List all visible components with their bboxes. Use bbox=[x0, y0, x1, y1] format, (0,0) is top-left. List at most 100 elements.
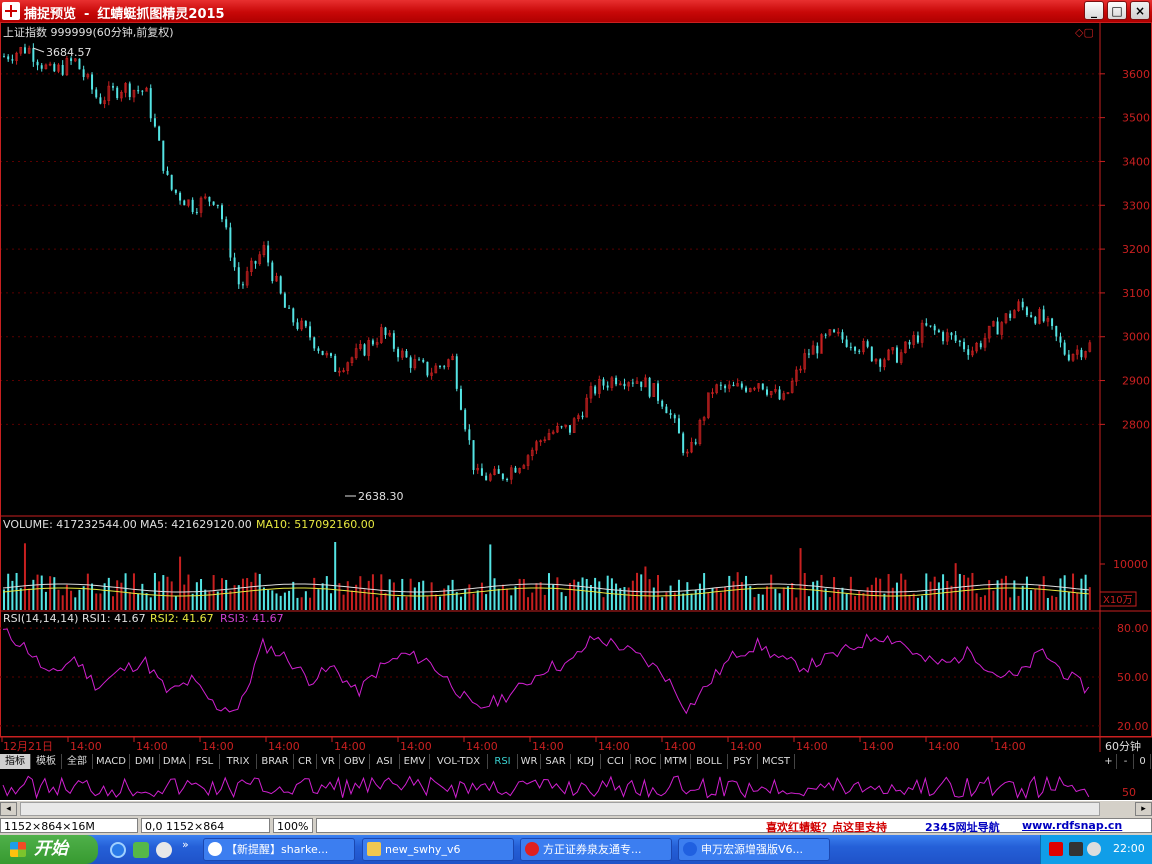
tab-control-1[interactable]: - bbox=[1118, 754, 1134, 769]
tab-control-0[interactable]: + bbox=[1101, 754, 1117, 769]
scroll-right-icon[interactable]: ▸ bbox=[1135, 802, 1152, 816]
tab-macd[interactable]: MACD bbox=[93, 754, 130, 769]
browser-icon bbox=[208, 842, 222, 856]
promo-link[interactable]: 喜欢红蜻蜓？点这里支持 bbox=[766, 819, 887, 835]
volume-bar bbox=[225, 579, 228, 610]
tab-obv[interactable]: OBV bbox=[340, 754, 370, 769]
volume-bar bbox=[841, 587, 844, 610]
quicklaunch-icon-2[interactable] bbox=[156, 842, 172, 858]
system-tray: 22:00 bbox=[1040, 835, 1152, 864]
candle-body bbox=[313, 337, 316, 349]
task-item[interactable]: 申万宏源增强版V6... bbox=[678, 838, 830, 861]
volume-bar bbox=[128, 592, 131, 610]
tab-dma[interactable]: DMA bbox=[160, 754, 190, 769]
tray-icon[interactable] bbox=[1069, 842, 1083, 856]
stock-chart[interactable]: 3600 3500 3400 3300 3200 3100 3000 2900 2800 上证指数… bbox=[0, 22, 1152, 753]
start-button[interactable]: 开始 bbox=[0, 835, 98, 864]
time-tick-label: 14:00 bbox=[532, 740, 564, 753]
tab-psy[interactable]: PSY bbox=[728, 754, 758, 769]
volume-bar bbox=[112, 596, 114, 610]
tab-vr[interactable]: VR bbox=[317, 754, 340, 769]
task-item[interactable]: 【新提醒】sharke... bbox=[203, 838, 355, 861]
tray-icon[interactable] bbox=[1049, 842, 1063, 856]
indicator-tab-bar: 指标 模板 全部 MACD DMI DMA FSL TRIX BRAR CR VR OBV ASI EMV… bbox=[0, 753, 1152, 770]
volume-bar bbox=[36, 574, 39, 610]
tab-kdj[interactable]: KDJ bbox=[571, 754, 601, 769]
volume-bar bbox=[816, 580, 819, 610]
volume-bar bbox=[854, 596, 857, 610]
close-button[interactable]: × bbox=[1130, 1, 1150, 20]
candle-body bbox=[309, 326, 312, 338]
tab-cci[interactable]: CCI bbox=[601, 754, 631, 769]
volume-bar bbox=[661, 597, 664, 610]
volume-bar bbox=[967, 577, 970, 610]
site-link[interactable]: www.rdfsnap.cn bbox=[1022, 819, 1122, 832]
tab-boll[interactable]: BOLL bbox=[691, 754, 728, 769]
tab-fsl[interactable]: FSL bbox=[190, 754, 220, 769]
tab-模板[interactable]: 模板 bbox=[31, 754, 62, 769]
volume-bar bbox=[845, 593, 848, 610]
horizontal-scrollbar[interactable]: ◂ ▸ bbox=[0, 800, 1152, 818]
volume-bar bbox=[28, 588, 31, 610]
tab-wr[interactable]: WR bbox=[518, 754, 541, 769]
time-tick-label: 14:00 bbox=[598, 740, 630, 753]
tab-cr[interactable]: CR bbox=[294, 754, 317, 769]
tab-emv[interactable]: EMV bbox=[400, 754, 430, 769]
nav-link[interactable]: 2345网址导航 bbox=[925, 819, 1000, 835]
candle-body bbox=[942, 332, 945, 342]
task-label: new_swhy_v6 bbox=[385, 843, 461, 856]
tab-sar[interactable]: SAR bbox=[541, 754, 571, 769]
candle-body bbox=[506, 479, 509, 481]
volume-bar bbox=[820, 574, 823, 610]
scroll-left-icon[interactable]: ◂ bbox=[0, 802, 17, 816]
time-tick-label: 14:00 bbox=[202, 740, 234, 753]
tab-brar[interactable]: BRAR bbox=[257, 754, 294, 769]
tab-mcst[interactable]: MCST bbox=[758, 754, 795, 769]
quicklaunch-icon[interactable] bbox=[133, 842, 149, 858]
tab-全部[interactable]: 全部 bbox=[62, 754, 93, 769]
tab-roc[interactable]: ROC bbox=[631, 754, 661, 769]
candle-body bbox=[426, 361, 429, 376]
candle-body bbox=[669, 413, 672, 415]
tab-control-2[interactable]: 0 bbox=[1135, 754, 1151, 769]
candle-body bbox=[267, 245, 270, 263]
candle-body bbox=[99, 97, 102, 104]
chevron-right-icon[interactable]: » bbox=[182, 838, 189, 851]
tab-vol-tdx[interactable]: VOL-TDX bbox=[430, 754, 488, 769]
scroll-thumb[interactable] bbox=[20, 802, 1100, 816]
candle-body bbox=[468, 429, 471, 441]
candle-body bbox=[854, 346, 857, 351]
volume-icon[interactable] bbox=[1087, 842, 1101, 856]
ie-icon[interactable] bbox=[110, 842, 126, 858]
tab-指标[interactable]: 指标 bbox=[0, 754, 31, 769]
volume-bar bbox=[556, 577, 559, 610]
price-tick-label: 2900 bbox=[1122, 375, 1150, 388]
volume-bar bbox=[355, 584, 358, 610]
volume-bar bbox=[132, 573, 135, 610]
tab-dmi[interactable]: DMI bbox=[130, 754, 160, 769]
candle-body bbox=[455, 356, 458, 389]
candle-body bbox=[602, 379, 605, 386]
tab-mtm[interactable]: MTM bbox=[661, 754, 691, 769]
volume-bar bbox=[1046, 597, 1049, 610]
tab-asi[interactable]: ASI bbox=[370, 754, 400, 769]
volume-bar bbox=[514, 586, 517, 610]
volume-bar bbox=[254, 572, 257, 610]
candle-body bbox=[615, 377, 618, 385]
status-size: 1152×864×16M bbox=[0, 818, 138, 833]
volume-bar bbox=[1025, 576, 1028, 610]
candle-body bbox=[766, 389, 768, 395]
maximize-button[interactable]: □ bbox=[1107, 1, 1127, 20]
sub-strip-tick: 50 bbox=[1105, 770, 1152, 800]
candle-body bbox=[195, 211, 198, 213]
volume-bar bbox=[91, 583, 94, 610]
minimize-button[interactable]: _ bbox=[1084, 1, 1104, 20]
volume-bar bbox=[522, 579, 525, 610]
tab-trix[interactable]: TRIX bbox=[220, 754, 257, 769]
candle-body bbox=[61, 64, 64, 75]
time-tick-label: 14:00 bbox=[928, 740, 960, 753]
tab-rsi[interactable]: RSI bbox=[488, 754, 518, 769]
candle-body bbox=[141, 90, 144, 92]
task-item[interactable]: 方正证券泉友通专... bbox=[520, 838, 672, 861]
task-item[interactable]: new_swhy_v6 bbox=[362, 838, 514, 861]
